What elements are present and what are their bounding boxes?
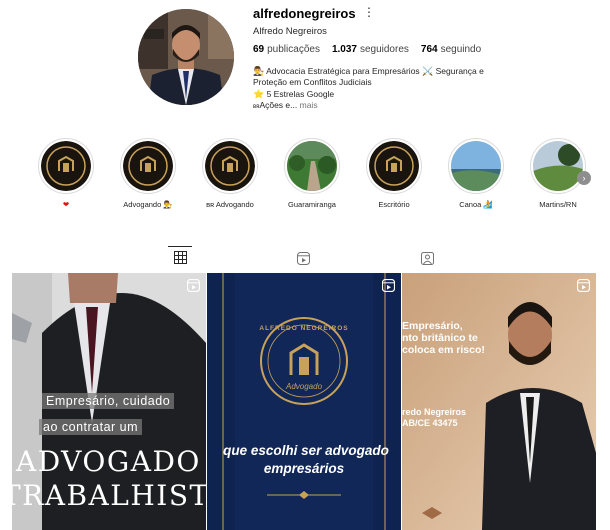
post-tile[interactable]: Empresário, nto britânico te coloca em r… [402,273,596,530]
law-logo-icon [41,141,91,191]
law-logo-icon [205,141,255,191]
highlights-next-button[interactable]: › [577,171,591,185]
post-text-line: coloca em risco! [402,344,485,356]
post-author-oab: AB/CE 43475 [402,418,458,428]
post-text-line: Empresário, [402,320,463,332]
highlight-item[interactable]: Canoa 🏄 [436,138,516,209]
valley-photo-icon [533,141,583,191]
highlight-label: Advogando 👨‍⚖️ [123,200,173,209]
post-tile[interactable]: Empresário, cuidado ao contratar um ADVO… [12,273,206,530]
profile-avatar[interactable] [138,9,234,105]
highlight-item[interactable]: Advogando 👨‍⚖️ [108,138,188,209]
law-logo-icon [123,141,173,191]
star-emoji-icon: ⭐ [253,89,265,99]
followers-count[interactable]: 1.037 seguidores [332,44,409,55]
post-text-line: Empresário, cuidado [42,393,175,409]
highlight-label: ʙʀ Advogando [206,200,254,209]
highlight-label: Escritório [378,200,410,209]
profile-username[interactable]: alfredonegreiros [253,6,356,21]
highlight-label: Martins/RN [539,200,577,209]
highlight-item[interactable]: Guaramiranga [272,138,352,209]
reels-icon [187,279,200,292]
swords-emoji-icon: ⚔️ [422,66,434,76]
post-text-line: nto britânico te [402,332,478,344]
highlight-item[interactable]: ❤ [26,138,106,209]
law-logo-icon [369,141,419,191]
profile-bio: 👨‍⚖️ Advocacia Estratégica para Empresár… [253,66,484,110]
post-image [207,273,401,530]
more-options-icon[interactable]: ⋮ [363,6,375,18]
avatar-photo [138,9,234,105]
grid-icon [173,251,187,264]
post-text-line: empresários [263,461,345,476]
heart-icon: ❤ [62,200,70,209]
post-author-name: redo Negreiros [402,407,467,417]
following-count[interactable]: 764 seguindo [421,44,481,55]
logo-top-text: ALFREDO NEGREIROS [259,325,349,332]
forest-photo-icon [287,141,337,191]
posts-count: 69 publicações [253,44,320,55]
briefcase-emoji-icon: 👨‍⚖️ [253,66,265,76]
judge-emoji-icon: 👨‍⚖️ [163,200,173,209]
post-text-line: ao contratar um [39,419,143,435]
highlight-item[interactable]: ʙʀ Advogando [190,138,270,209]
post-text-line: que escolhi ser advogado [223,443,389,458]
beach-photo-icon [451,141,501,191]
story-highlights: ❤ Advogando 👨‍⚖️ ʙʀ Advogando Guaramiran… [0,138,610,218]
post-headline: TRABALHISTA [12,479,206,512]
logo-bottom-text: Advogado [285,382,323,391]
profile-tabs [160,246,450,271]
surfer-emoji-icon: 🏄 [483,200,493,209]
tab-reels[interactable] [291,247,315,269]
reels-icon [382,279,395,292]
post-tile[interactable]: ALFREDO NEGREIROS Advogado que escolhi s… [207,273,401,530]
profile-full-name: Alfredo Negreiros [253,26,327,37]
highlight-item[interactable]: Escritório [354,138,434,209]
reels-icon [296,251,310,265]
tagged-icon [420,251,434,265]
highlight-label: Canoa 🏄 [459,200,493,209]
post-image [402,273,596,530]
profile-stats: 69 publicações 1.037 seguidores 764 seguind… [253,44,481,55]
post-headline: ADVOGADO [16,445,201,478]
tab-posts[interactable] [168,246,192,268]
bio-more-link[interactable]: mais [300,100,318,110]
highlight-label: Guaramiranga [288,200,336,209]
reels-icon [577,279,590,292]
tab-tagged[interactable] [415,247,439,269]
